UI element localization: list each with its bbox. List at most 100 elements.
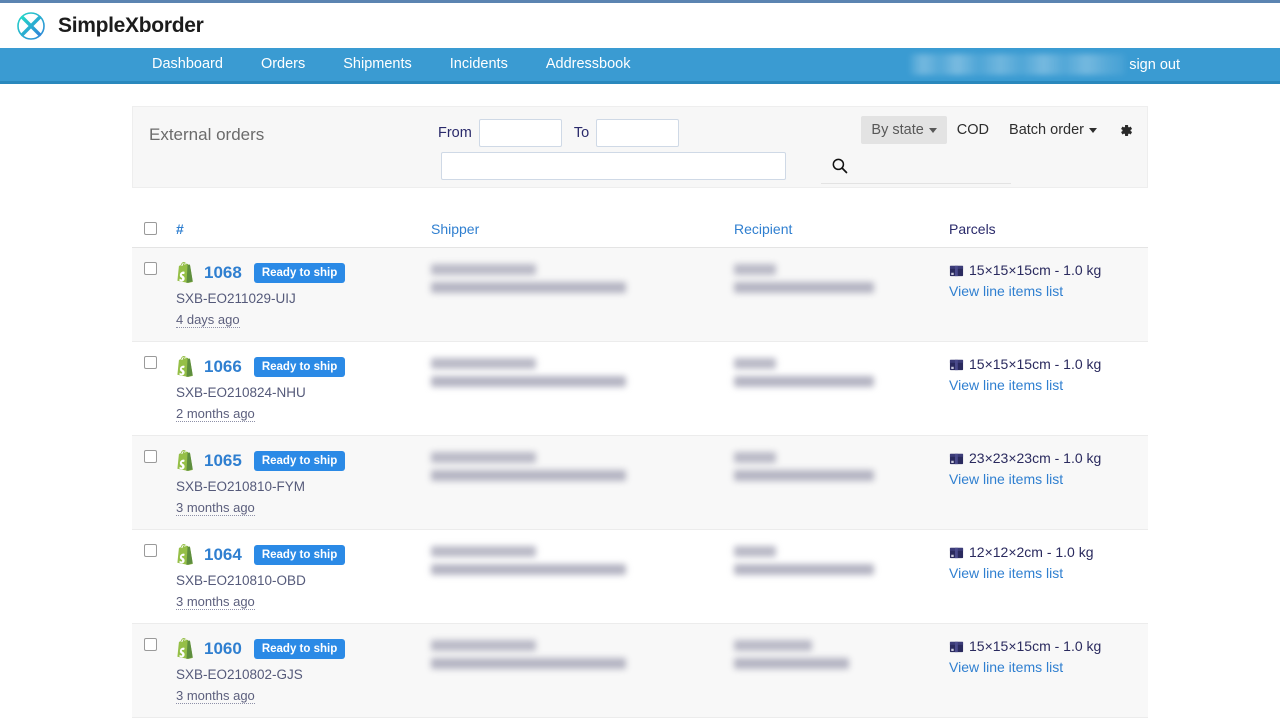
column-header-shipper[interactable]: Shipper xyxy=(431,221,734,237)
parcel-line: 15×15×15cm - 1.0 kg xyxy=(949,262,1148,278)
shipper-name-redacted xyxy=(431,358,536,369)
order-age[interactable]: 4 days ago xyxy=(176,312,240,328)
table-row[interactable]: 1065 Ready to ship SXB-EO210810-FYM 3 mo… xyxy=(132,436,1148,530)
parcels-cell: 15×15×15cm - 1.0 kg View line items list xyxy=(949,262,1148,299)
nav-item-addressbook[interactable]: Addressbook xyxy=(527,48,650,81)
shipper-name-redacted xyxy=(431,452,536,463)
parcel-dimensions: 15×15×15cm - 1.0 kg xyxy=(969,638,1102,654)
status-badge[interactable]: Ready to ship xyxy=(253,451,346,471)
order-number-link[interactable]: 1068 xyxy=(204,263,242,283)
view-line-items-link[interactable]: View line items list xyxy=(949,283,1148,299)
shopify-icon xyxy=(176,262,196,284)
nav-item-orders[interactable]: Orders xyxy=(242,48,324,81)
order-number-link[interactable]: 1066 xyxy=(204,357,242,377)
shipper-cell xyxy=(431,450,734,488)
order-age[interactable]: 3 months ago xyxy=(176,500,255,516)
order-number-link[interactable]: 1064 xyxy=(204,545,242,565)
shopify-icon xyxy=(176,544,196,566)
brand-name: SimpleXborder xyxy=(58,13,204,37)
parcel-dimensions: 12×12×2cm - 1.0 kg xyxy=(969,544,1094,560)
app-root: SimpleXborder Dashboard Orders Shipments… xyxy=(0,0,1280,720)
row-checkbox[interactable] xyxy=(144,450,157,463)
order-cell: 1066 Ready to ship SXB-EO210824-NHU 2 mo… xyxy=(176,356,431,423)
order-cell: 1065 Ready to ship SXB-EO210810-FYM 3 mo… xyxy=(176,450,431,517)
from-date-input[interactable] xyxy=(478,119,562,147)
x-circle-logo-icon[interactable] xyxy=(16,11,46,41)
from-label: From xyxy=(438,125,472,141)
nav-items: Dashboard Orders Shipments Incidents Add… xyxy=(133,48,649,81)
parcel-line: 15×15×15cm - 1.0 kg xyxy=(949,638,1148,654)
order-age[interactable]: 3 months ago xyxy=(176,594,255,610)
nav-item-incidents[interactable]: Incidents xyxy=(431,48,527,81)
row-select-cell xyxy=(144,262,176,275)
filter-panel: External orders From To By state COD Bat… xyxy=(132,106,1148,188)
shopify-icon xyxy=(176,356,196,378)
row-checkbox[interactable] xyxy=(144,638,157,651)
table-row[interactable]: 1066 Ready to ship SXB-EO210824-NHU 2 mo… xyxy=(132,342,1148,436)
row-checkbox[interactable] xyxy=(144,356,157,369)
table-row[interactable]: 1064 Ready to ship SXB-EO210810-OBD 3 mo… xyxy=(132,530,1148,624)
row-select-cell xyxy=(144,638,176,651)
view-line-items-link[interactable]: View line items list xyxy=(949,377,1148,393)
parcel-line: 23×23×23cm - 1.0 kg xyxy=(949,450,1148,466)
select-all-cell xyxy=(144,222,176,235)
order-cell: 1064 Ready to ship SXB-EO210810-OBD 3 mo… xyxy=(176,544,431,611)
batch-order-button[interactable]: Batch order xyxy=(999,116,1107,144)
search-input[interactable] xyxy=(441,152,786,180)
row-checkbox[interactable] xyxy=(144,544,157,557)
sign-out-link[interactable]: sign out xyxy=(1129,57,1180,73)
nav-item-shipments[interactable]: Shipments xyxy=(324,48,431,81)
shipper-address-redacted xyxy=(431,470,626,481)
external-orders-table: # Shipper Recipient Parcels 1068 Ready t… xyxy=(132,210,1148,720)
recipient-address-redacted xyxy=(734,658,849,669)
status-badge[interactable]: Ready to ship xyxy=(253,357,346,377)
row-select-cell xyxy=(144,450,176,463)
status-badge[interactable]: Ready to ship xyxy=(253,545,346,565)
parcel-dimensions: 23×23×23cm - 1.0 kg xyxy=(969,450,1102,466)
main-navbar: Dashboard Orders Shipments Incidents Add… xyxy=(0,48,1280,84)
table-row[interactable]: 1068 Ready to ship SXB-EO211029-UIJ 4 da… xyxy=(132,248,1148,342)
select-all-checkbox[interactable] xyxy=(144,222,157,235)
search-row xyxy=(441,152,850,180)
column-header-recipient[interactable]: Recipient xyxy=(734,221,949,237)
date-range-filter: From To xyxy=(438,119,680,147)
order-number-link[interactable]: 1060 xyxy=(204,639,242,659)
order-number-line: 1065 Ready to ship xyxy=(176,450,431,472)
shipper-cell xyxy=(431,262,734,300)
gear-icon[interactable] xyxy=(1115,120,1135,140)
chevron-down-icon xyxy=(1089,127,1097,133)
to-date-input[interactable] xyxy=(596,119,680,147)
by-state-filter-button[interactable]: By state xyxy=(861,116,947,144)
column-header-parcels: Parcels xyxy=(949,220,996,237)
recipient-name-redacted xyxy=(734,640,812,651)
nav-item-dashboard[interactable]: Dashboard xyxy=(133,48,242,81)
recipient-name-redacted xyxy=(734,452,776,463)
status-badge[interactable]: Ready to ship xyxy=(253,263,346,283)
row-checkbox[interactable] xyxy=(144,262,157,275)
parcels-cell: 12×12×2cm - 1.0 kg View line items list xyxy=(949,544,1148,581)
column-header-number[interactable]: # xyxy=(176,221,431,237)
search-icon[interactable] xyxy=(830,156,850,176)
order-age[interactable]: 3 months ago xyxy=(176,688,255,704)
recipient-cell xyxy=(734,356,949,394)
order-reference: SXB-EO210810-OBD xyxy=(176,573,306,588)
order-number-link[interactable]: 1065 xyxy=(204,451,242,471)
user-name-redacted xyxy=(910,54,1126,75)
order-age[interactable]: 2 months ago xyxy=(176,406,255,422)
parcel-box-icon xyxy=(949,639,964,654)
recipient-address-redacted xyxy=(734,282,874,293)
page-title: External orders xyxy=(149,125,265,144)
shipper-name-redacted xyxy=(431,264,536,275)
page-content: External orders From To By state COD Bat… xyxy=(0,106,1280,720)
table-row[interactable]: 1060 Ready to ship SXB-EO210802-GJS 3 mo… xyxy=(132,624,1148,718)
order-number-line: 1064 Ready to ship xyxy=(176,544,431,566)
recipient-name-redacted xyxy=(734,264,776,275)
view-line-items-link[interactable]: View line items list xyxy=(949,659,1148,675)
cod-filter-button[interactable]: COD xyxy=(947,116,999,144)
brand-header: SimpleXborder xyxy=(0,3,1280,48)
view-line-items-link[interactable]: View line items list xyxy=(949,565,1148,581)
nav-user-area: sign out xyxy=(910,48,1280,81)
filter-actions: By state COD Batch order xyxy=(861,116,1135,144)
status-badge[interactable]: Ready to ship xyxy=(253,639,346,659)
view-line-items-link[interactable]: View line items list xyxy=(949,471,1148,487)
